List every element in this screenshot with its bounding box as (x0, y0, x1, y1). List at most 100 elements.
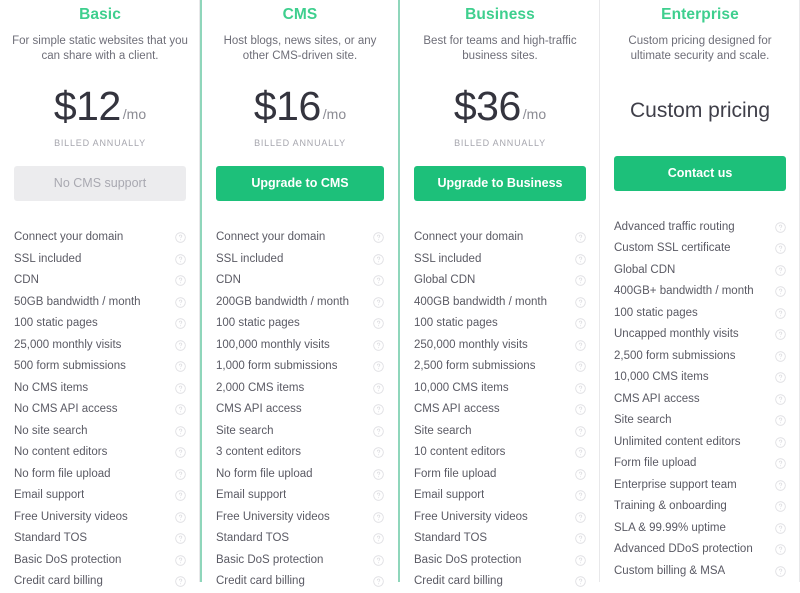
feature-label: Free University videos (414, 510, 528, 523)
feature-row: 10,000 CMS items (600, 367, 800, 389)
question-circle-icon[interactable] (175, 533, 186, 544)
feature-label: Standard TOS (216, 532, 290, 544)
feature-label: Unlimited content editors (614, 435, 741, 448)
feature-row: SSL included (0, 249, 200, 271)
question-circle-icon[interactable] (175, 469, 186, 480)
question-circle-icon[interactable] (175, 512, 186, 523)
question-circle-icon[interactable] (775, 523, 786, 534)
question-circle-icon[interactable] (175, 318, 186, 329)
feature-row: 3 content editors (202, 442, 398, 464)
question-circle-icon[interactable] (575, 490, 586, 501)
feature-label: CMS API access (614, 392, 700, 405)
question-circle-icon[interactable] (373, 361, 384, 372)
billed-annually-note: BILLED ANNUALLY (454, 138, 546, 148)
feature-row: Advanced traffic routing (600, 217, 800, 239)
question-circle-icon[interactable] (175, 340, 186, 351)
feature-label: Form file upload (414, 467, 497, 480)
question-circle-icon[interactable] (175, 232, 186, 243)
question-circle-icon[interactable] (775, 351, 786, 362)
feature-row: Unlimited content editors (600, 432, 800, 454)
question-circle-icon[interactable] (175, 361, 186, 372)
question-circle-icon[interactable] (775, 394, 786, 405)
question-circle-icon[interactable] (775, 265, 786, 276)
question-circle-icon[interactable] (373, 512, 384, 523)
question-circle-icon[interactable] (373, 404, 384, 415)
question-circle-icon[interactable] (775, 437, 786, 448)
question-circle-icon[interactable] (373, 232, 384, 243)
question-circle-icon[interactable] (175, 490, 186, 501)
question-circle-icon[interactable] (575, 297, 586, 308)
feature-label: Email support (414, 489, 485, 501)
question-circle-icon[interactable] (373, 533, 384, 544)
question-circle-icon[interactable] (175, 555, 186, 566)
question-circle-icon[interactable] (775, 372, 786, 383)
question-circle-icon[interactable] (175, 404, 186, 415)
question-circle-icon[interactable] (575, 555, 586, 566)
question-circle-icon[interactable] (175, 275, 186, 286)
price-amount: $12 (53, 83, 121, 129)
question-circle-icon[interactable] (575, 383, 586, 394)
question-circle-icon[interactable] (373, 254, 384, 265)
question-circle-icon[interactable] (575, 426, 586, 437)
plan-column-business: Business Best for teams and high-traffic … (400, 0, 600, 587)
feature-label: No form file upload (216, 467, 313, 480)
feature-row: Email support (400, 485, 600, 507)
feature-label: 100 static pages (414, 317, 498, 329)
feature-row: 100 static pages (0, 313, 200, 335)
feature-row: SSL included (400, 249, 600, 271)
question-circle-icon[interactable] (775, 243, 786, 254)
question-circle-icon[interactable] (175, 297, 186, 308)
question-circle-icon[interactable] (373, 447, 384, 458)
price-row: $12/mo (0, 86, 200, 127)
question-circle-icon[interactable] (575, 361, 586, 372)
question-circle-icon[interactable] (775, 480, 786, 491)
question-circle-icon[interactable] (775, 544, 786, 555)
question-circle-icon[interactable] (373, 318, 384, 329)
feature-row: Advanced DDoS protection (600, 539, 800, 561)
question-circle-icon[interactable] (775, 329, 786, 340)
plan-description: Host blogs, news sites, or any other CMS… (223, 35, 377, 62)
question-circle-icon[interactable] (373, 297, 384, 308)
question-circle-icon[interactable] (775, 222, 786, 233)
question-circle-icon[interactable] (775, 308, 786, 319)
question-circle-icon[interactable] (575, 254, 586, 265)
question-circle-icon[interactable] (373, 340, 384, 351)
question-circle-icon[interactable] (373, 555, 384, 566)
question-circle-icon[interactable] (373, 383, 384, 394)
question-circle-icon[interactable] (575, 340, 586, 351)
plan-header: Enterprise Custom pricing designed for ul… (600, 0, 800, 64)
question-circle-icon[interactable] (373, 426, 384, 437)
question-circle-icon[interactable] (775, 415, 786, 426)
question-circle-icon[interactable] (775, 286, 786, 297)
question-circle-icon[interactable] (575, 469, 586, 480)
question-circle-icon[interactable] (373, 275, 384, 286)
question-circle-icon[interactable] (775, 566, 786, 577)
question-circle-icon[interactable] (775, 501, 786, 512)
question-circle-icon[interactable] (575, 512, 586, 523)
cta-button-business[interactable]: Upgrade to Business (414, 166, 586, 201)
question-circle-icon[interactable] (575, 318, 586, 329)
feature-label: 200GB bandwidth / month (216, 295, 349, 308)
question-circle-icon[interactable] (175, 426, 186, 437)
question-circle-icon[interactable] (373, 490, 384, 501)
feature-row: CMS API access (600, 389, 800, 411)
cta-button-enterprise[interactable]: Contact us (614, 155, 786, 191)
feature-row: 100 static pages (202, 313, 398, 335)
question-circle-icon[interactable] (775, 458, 786, 469)
feature-label: Training & onboarding (614, 500, 727, 512)
cta-button-cms[interactable]: Upgrade to CMS (216, 166, 384, 201)
question-circle-icon[interactable] (175, 254, 186, 265)
question-circle-icon[interactable] (575, 533, 586, 544)
question-circle-icon[interactable] (575, 447, 586, 458)
feature-row: 2,500 form submissions (600, 346, 800, 368)
question-circle-icon[interactable] (175, 383, 186, 394)
question-circle-icon[interactable] (575, 275, 586, 286)
feature-row: Form file upload (600, 453, 800, 475)
feature-label: CDN (14, 274, 39, 286)
question-circle-icon[interactable] (175, 447, 186, 458)
price-custom-text: Custom pricing (629, 99, 771, 122)
question-circle-icon[interactable] (575, 404, 586, 415)
question-circle-icon[interactable] (575, 232, 586, 243)
question-circle-icon[interactable] (373, 469, 384, 480)
feature-row: CDN (202, 270, 398, 292)
